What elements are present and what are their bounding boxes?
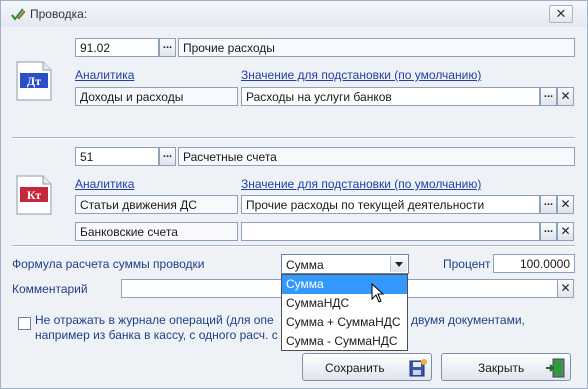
debit-account-code-field[interactable]: 91.02 xyxy=(75,38,159,57)
percent-label: Процент xyxy=(443,257,491,271)
journal-note-line1-right: двумя документами, xyxy=(411,313,525,327)
credit-analytic-value-field-2[interactable] xyxy=(241,222,540,241)
formula-selected-value: Сумма xyxy=(286,258,324,272)
credit-document-icon: Кт xyxy=(16,175,52,215)
credit-account-name: Расчетные счета xyxy=(183,150,277,164)
clear-icon: ✕ xyxy=(560,224,571,238)
credit-account-code: 51 xyxy=(80,150,94,164)
credit-analytic-value-1: Прочие расходы по текущей деятельности xyxy=(246,198,485,212)
debit-analytic-name: Доходы и расходы xyxy=(80,90,184,104)
save-icon xyxy=(409,359,427,377)
credit-analytic-value-field-1[interactable]: Прочие расходы по текущей деятельности xyxy=(241,195,540,214)
save-button[interactable]: Сохранить xyxy=(302,353,432,381)
window-title: Проводка: xyxy=(30,7,88,21)
credit-badge: Кт xyxy=(27,188,41,202)
credit-account-select-button[interactable]: ... xyxy=(159,147,176,166)
formula-option-1[interactable]: Сумма xyxy=(282,275,407,294)
credit-analytic-name-1: Статьи движения ДС xyxy=(80,198,197,212)
debit-value-clear-button[interactable]: ✕ xyxy=(557,87,574,106)
credit-account-name-field: Расчетные счета xyxy=(178,147,575,166)
percent-value: 100.0000 xyxy=(519,257,570,271)
window-close-button[interactable]: ✕ xyxy=(549,5,573,23)
credit-value-select-button-2[interactable]: ... xyxy=(540,222,557,241)
pencil-check-icon xyxy=(11,8,26,21)
chevron-down-icon[interactable] xyxy=(390,256,407,272)
debit-analytics-link[interactable]: Аналитика xyxy=(75,68,134,82)
close-button-label: Закрыть xyxy=(478,361,525,375)
credit-analytics-link[interactable]: Аналитика xyxy=(75,177,134,191)
journal-note-line2-left: например из банка в кассу, с одного расч… xyxy=(35,328,278,342)
section-divider xyxy=(12,245,575,247)
close-icon: ✕ xyxy=(555,6,567,21)
posting-dialog: Проводка: ✕ 91.02 ... Прочие расходы Дт … xyxy=(0,0,588,389)
section-divider xyxy=(12,137,575,139)
credit-analytic-field-2: Банковские счета xyxy=(75,222,238,241)
debit-account-select-button[interactable]: ... xyxy=(159,38,176,57)
percent-field[interactable]: 100.0000 xyxy=(493,254,575,273)
formula-dropdown-list: Сумма СуммаНДС Сумма + СуммаНДС Сумма - … xyxy=(281,274,408,351)
comment-label: Комментарий xyxy=(12,282,88,296)
credit-value-clear-button-1[interactable]: ✕ xyxy=(557,195,574,214)
clear-icon: ✕ xyxy=(560,89,571,103)
debit-account-name-field: Прочие расходы xyxy=(178,38,575,57)
journal-note-line1-left: Не отражать в журнале операций (для опе xyxy=(35,313,274,327)
credit-value-select-button-1[interactable]: ... xyxy=(540,195,557,214)
debit-account-name: Прочие расходы xyxy=(183,41,275,55)
title-bar: Проводка: ✕ xyxy=(1,1,587,27)
credit-value-clear-button-2[interactable]: ✕ xyxy=(557,222,574,241)
close-button[interactable]: Закрыть xyxy=(441,353,571,381)
comment-clear-button[interactable]: ✕ xyxy=(557,279,574,298)
debit-document-icon: Дт xyxy=(16,61,52,101)
debit-default-value-link[interactable]: Значение для подстановки (по умолчанию) xyxy=(241,68,481,82)
door-exit-icon xyxy=(546,358,565,378)
journal-exclude-checkbox[interactable] xyxy=(18,317,31,330)
credit-analytic-name-2: Банковские счета xyxy=(80,225,178,239)
debit-value-select-button[interactable]: ... xyxy=(540,87,557,106)
formula-label: Формула расчета суммы проводки xyxy=(12,257,205,271)
formula-option-2[interactable]: СуммаНДС xyxy=(282,294,407,313)
debit-analytic-value: Расходы на услуги банков xyxy=(246,90,392,104)
formula-option-3[interactable]: Сумма + СуммаНДС xyxy=(282,313,407,332)
credit-analytic-field-1: Статьи движения ДС xyxy=(75,195,238,214)
credit-account-code-field[interactable]: 51 xyxy=(75,147,159,166)
save-button-label: Сохранить xyxy=(325,361,385,375)
credit-default-value-link[interactable]: Значение для подстановки (по умолчанию) xyxy=(241,177,481,191)
formula-option-4[interactable]: Сумма - СуммаНДС xyxy=(282,332,407,351)
clear-icon: ✕ xyxy=(560,197,571,211)
mouse-pointer-icon xyxy=(371,283,385,303)
debit-account-code: 91.02 xyxy=(80,41,111,55)
formula-select[interactable]: Сумма xyxy=(281,254,409,274)
clear-icon: ✕ xyxy=(560,281,571,295)
debit-analytic-field: Доходы и расходы xyxy=(75,87,238,106)
debit-badge: Дт xyxy=(27,74,41,88)
debit-analytic-value-field[interactable]: Расходы на услуги банков xyxy=(241,87,540,106)
